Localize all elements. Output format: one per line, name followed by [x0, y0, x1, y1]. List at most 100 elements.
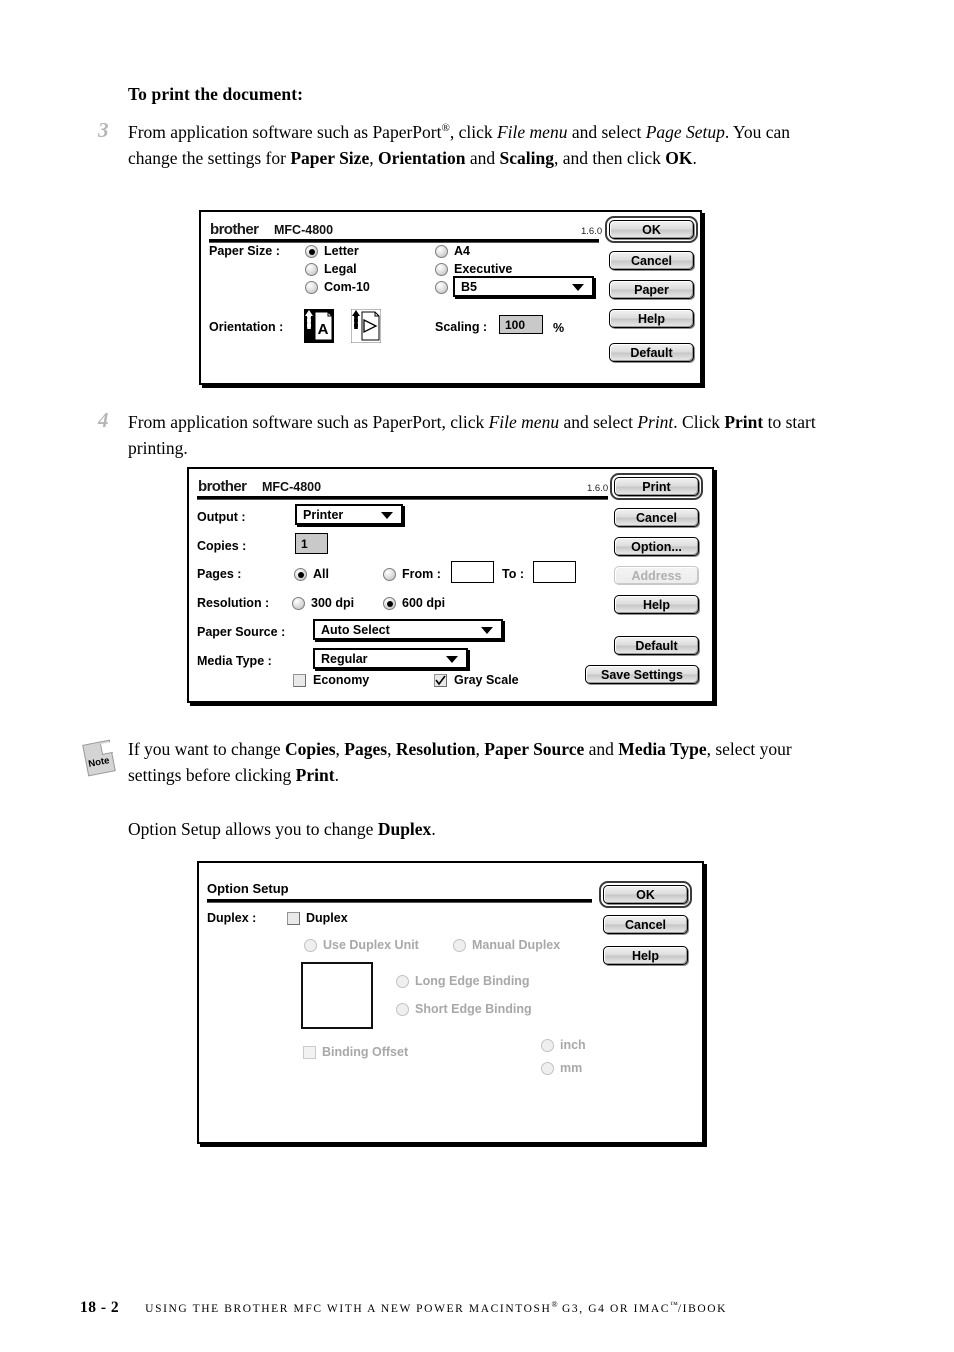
copies-input[interactable]: 1 — [295, 533, 328, 554]
help-button[interactable]: Help — [603, 946, 688, 965]
option-line-b-duplex: Duplex — [377, 819, 432, 839]
default-button[interactable]: Default — [609, 343, 694, 362]
radio-paper-size-legal[interactable] — [305, 263, 318, 276]
gray-scale-checkbox[interactable] — [434, 674, 447, 687]
title-rule — [209, 239, 599, 243]
option-line-seg1: Option Setup allows you to change — [128, 819, 378, 839]
note-block: Note If you want to change Copies, Pages… — [82, 737, 818, 788]
label-paper-size-a4: A4 — [454, 244, 470, 258]
help-button[interactable]: Help — [609, 309, 694, 328]
option-setup-dialog[interactable]: Option Setup Duplex : Duplex Use Duplex … — [197, 861, 704, 1144]
radio-paper-size-com10[interactable] — [305, 281, 318, 294]
cancel-button[interactable]: Cancel — [609, 251, 694, 270]
note-text: If you want to change Copies, Pages, Res… — [128, 739, 792, 785]
ok-button[interactable]: OK — [603, 885, 688, 904]
note-seg4: , — [475, 739, 485, 759]
chevron-down-icon — [572, 283, 584, 291]
label-pages-all: All — [313, 567, 329, 581]
page-setup-dialog[interactable]: brother MFC-4800 1.6.0 Paper Size : Lett… — [199, 210, 702, 385]
print-dialog[interactable]: brother MFC-4800 1.6.0 Output : Printer … — [187, 467, 714, 703]
save-settings-button[interactable]: Save Settings — [585, 665, 699, 684]
option-setup-title: Option Setup — [207, 881, 289, 896]
label-paper-size-executive: Executive — [454, 262, 513, 276]
note-seg1: If you want to change — [128, 739, 285, 759]
checkmark-icon — [435, 675, 446, 686]
note-b-copies: Copies — [284, 739, 336, 759]
media-type-popup[interactable]: Regular — [313, 648, 468, 669]
label-paper-size-com10: Com-10 — [324, 280, 370, 294]
step-3-seg5: , — [369, 147, 378, 168]
note-seg3: , — [387, 739, 396, 759]
orientation-portrait-icon[interactable]: A — [304, 309, 334, 343]
step-3-seg8: . — [692, 147, 697, 168]
title-rule — [207, 899, 592, 903]
scaling-unit-label: % — [553, 321, 565, 335]
pages-to-input[interactable] — [533, 561, 576, 583]
radio-long-edge-binding — [396, 975, 409, 988]
label-resolution-300dpi: 300 dpi — [311, 596, 355, 610]
ok-button[interactable]: OK — [609, 220, 694, 239]
label-unit-mm: mm — [560, 1061, 583, 1075]
footer-trademark-mark: ™ — [670, 1300, 678, 1310]
economy-checkbox[interactable] — [293, 674, 306, 687]
scaling-label: Scaling : — [435, 320, 488, 334]
label-short-edge-binding: Short Edge Binding — [415, 1002, 532, 1016]
step-3-number: 3 — [98, 118, 109, 142]
driver-version-label: 1.6.0 — [587, 483, 609, 494]
footer-text-mid: G3, G4 OR IMAC — [557, 1303, 671, 1315]
print-button[interactable]: Print — [614, 477, 699, 496]
step-4-seg2: and select — [559, 412, 638, 432]
duplex-label: Duplex : — [207, 911, 257, 925]
output-value: Printer — [303, 507, 344, 522]
orientation-landscape-icon[interactable] — [350, 308, 382, 344]
radio-paper-size-custom[interactable] — [435, 281, 448, 294]
radio-resolution-300dpi[interactable] — [292, 597, 305, 610]
help-button[interactable]: Help — [614, 595, 699, 614]
label-paper-size-letter: Letter — [324, 244, 359, 258]
page-heading: To print the document: — [128, 84, 304, 104]
radio-resolution-600dpi[interactable] — [383, 597, 396, 610]
paper-size-label: Paper Size : — [209, 244, 280, 258]
radio-paper-size-a4[interactable] — [435, 245, 448, 258]
orientation-label: Orientation : — [209, 320, 284, 334]
duplex-checkbox[interactable] — [287, 912, 300, 925]
paper-size-custom-popup[interactable]: B5 — [453, 276, 594, 297]
paper-source-label: Paper Source : — [197, 625, 286, 639]
address-button: Address — [614, 566, 699, 585]
note-b-paper-source: Paper Source — [484, 739, 585, 759]
label-pages-to: To : — [502, 567, 524, 581]
paper-button[interactable]: Paper — [609, 280, 694, 299]
scaling-input[interactable]: 100 — [499, 315, 543, 334]
output-popup[interactable]: Printer — [295, 504, 403, 525]
note-b-resolution: Resolution — [395, 739, 476, 759]
step-3-b-paper-size: Paper Size — [290, 147, 370, 168]
note-icon-label: Note — [87, 755, 111, 770]
step-3-seg7: , and then click — [553, 147, 666, 168]
step-3-seg6: and — [465, 147, 500, 168]
step-3-b-ok: OK — [665, 147, 693, 168]
binding-offset-checkbox — [303, 1046, 316, 1059]
svg-text:A: A — [318, 321, 329, 338]
note-b-print: Print — [295, 764, 335, 785]
default-button[interactable]: Default — [614, 636, 699, 655]
radio-pages-all[interactable] — [294, 568, 307, 581]
page-footer: 18 - 2 USING THE BROTHER MFC WITH A NEW P… — [80, 1299, 727, 1317]
resolution-label: Resolution : — [197, 596, 270, 610]
pages-from-input[interactable] — [451, 561, 494, 583]
brother-logo: brother — [210, 221, 259, 238]
radio-paper-size-executive[interactable] — [435, 263, 448, 276]
radio-paper-size-letter[interactable] — [305, 245, 318, 258]
paper-source-popup[interactable]: Auto Select — [313, 619, 503, 640]
label-use-duplex-unit: Use Duplex Unit — [323, 938, 419, 952]
label-manual-duplex: Manual Duplex — [472, 938, 561, 952]
step-4-seg3: . Click — [673, 412, 725, 432]
step-3-em-page-setup: Page Setup — [645, 122, 725, 142]
radio-pages-range[interactable] — [383, 568, 396, 581]
pages-label: Pages : — [197, 567, 242, 581]
cancel-button[interactable]: Cancel — [603, 915, 688, 934]
option-button[interactable]: Option... — [614, 537, 699, 556]
radio-manual-duplex — [453, 939, 466, 952]
cancel-button[interactable]: Cancel — [614, 508, 699, 527]
duplex-checkbox-label: Duplex — [306, 911, 348, 925]
manual-page: To print the document: 3 From applicatio… — [0, 0, 954, 1352]
